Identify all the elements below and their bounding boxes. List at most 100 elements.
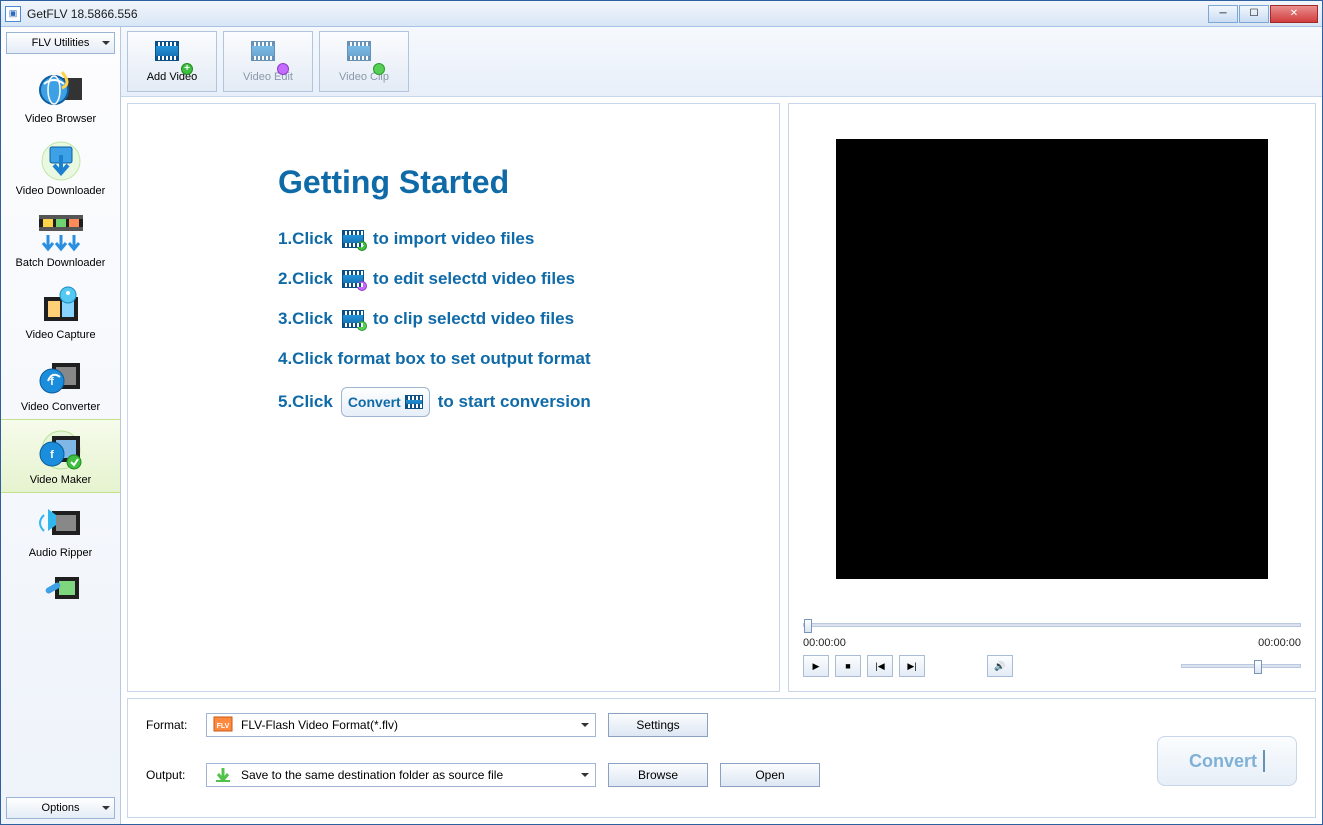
content-area: Getting Started 1.Click + to import vide… <box>121 97 1322 698</box>
format-label: Format: <box>146 718 194 732</box>
converter-icon: f <box>37 357 85 397</box>
guide-step-text: to clip selectd video files <box>373 307 574 331</box>
flv-format-icon: FLV <box>213 716 233 734</box>
save-folder-icon <box>213 766 233 784</box>
sidebar-item-batch-downloader[interactable]: Batch Downloader <box>1 203 120 275</box>
audio-ripper-icon <box>37 503 85 543</box>
convert-film-icon <box>1263 751 1265 772</box>
open-button[interactable]: Open <box>720 763 820 787</box>
tool-icon <box>37 575 85 601</box>
maximize-button[interactable]: ☐ <box>1239 5 1269 23</box>
stop-button[interactable]: ■ <box>835 655 861 677</box>
app-body: FLV Utilities Video Browser <box>1 27 1322 824</box>
mute-button[interactable]: 🔊 <box>987 655 1013 677</box>
output-label: Output: <box>146 768 194 782</box>
output-combo[interactable]: Save to the same destination folder as s… <box>206 763 596 787</box>
sidebar-item-label: Audio Ripper <box>29 547 93 559</box>
titlebar: ▣ GetFLV 18.5866.556 ─ ☐ ✕ <box>1 1 1322 27</box>
player-controls: ▶ ■ |◀ ▶| 🔊 <box>803 655 1301 677</box>
guide-title: Getting Started <box>278 164 739 201</box>
format-combo[interactable]: FLV FLV-Flash Video Format(*.flv) <box>206 713 596 737</box>
main-area: + Add Video Video Edit Video Clip <box>121 27 1322 824</box>
seek-bar[interactable] <box>803 617 1301 633</box>
clip-film-icon <box>341 308 365 330</box>
chevron-down-icon <box>102 41 110 45</box>
video-edit-icon <box>251 41 285 71</box>
time-total: 00:00:00 <box>1258 637 1301 649</box>
sidebar-item-label: Video Converter <box>21 401 100 413</box>
minimize-button[interactable]: ─ <box>1208 5 1238 23</box>
guide-step-text: 3.Click <box>278 307 333 331</box>
batch-download-icon <box>37 213 85 253</box>
guide-step-text: 5.Click <box>278 390 333 414</box>
sidebar-item-video-downloader[interactable]: Video Downloader <box>1 131 120 203</box>
video-clip-icon <box>347 41 381 71</box>
svg-text:f: f <box>50 449 54 461</box>
sidebar-item-video-maker[interactable]: f Video Maker <box>1 419 120 493</box>
svg-text:FLV: FLV <box>217 723 230 730</box>
browse-button[interactable]: Browse <box>608 763 708 787</box>
prev-button[interactable]: |◀ <box>867 655 893 677</box>
guide-panel: Getting Started 1.Click + to import vide… <box>127 103 780 692</box>
toolbar: + Add Video Video Edit Video Clip <box>121 27 1322 97</box>
options-dropdown[interactable]: Options <box>6 797 115 819</box>
video-box <box>803 118 1301 599</box>
sidebar-item-label: Video Downloader <box>16 185 106 197</box>
next-button[interactable]: ▶| <box>899 655 925 677</box>
sidebar-list: Video Browser Video Downloader <box>1 59 120 792</box>
play-button[interactable]: ▶ <box>803 655 829 677</box>
app-icon: ▣ <box>5 6 21 22</box>
convert-label: Convert <box>1189 751 1257 772</box>
guide-step-3: 3.Click to clip selectd video files <box>278 307 739 331</box>
preview-panel: 00:00:00 00:00:00 ▶ ■ |◀ ▶| 🔊 <box>788 103 1316 692</box>
convert-button[interactable]: Convert <box>1157 736 1297 786</box>
download-icon <box>37 141 85 181</box>
video-edit-button[interactable]: Video Edit <box>223 31 313 92</box>
video-clip-button[interactable]: Video Clip <box>319 31 409 92</box>
sidebar-item-label: Video Capture <box>25 329 95 341</box>
svg-text:f: f <box>50 376 54 388</box>
guide-step-4: 4.Click format box to set output format <box>278 347 739 371</box>
sidebar-item-label: Batch Downloader <box>16 257 106 269</box>
guide-step-text: 1.Click <box>278 227 333 251</box>
settings-button[interactable]: Settings <box>608 713 708 737</box>
chevron-down-icon <box>581 723 589 727</box>
import-film-icon: + <box>341 228 365 250</box>
sidebar-item-video-capture[interactable]: Video Capture <box>1 275 120 347</box>
add-video-button[interactable]: + Add Video <box>127 31 217 92</box>
sidebar-item-video-converter[interactable]: f Video Converter <box>1 347 120 419</box>
time-current: 00:00:00 <box>803 637 846 649</box>
guide-step-text: to import video files <box>373 227 535 251</box>
maker-icon: f <box>37 430 85 470</box>
globe-film-icon <box>37 69 85 109</box>
format-value: FLV-Flash Video Format(*.flv) <box>241 718 398 732</box>
volume-slider[interactable] <box>1181 664 1301 668</box>
app-window: ▣ GetFLV 18.5866.556 ─ ☐ ✕ FLV Utilities <box>0 0 1323 825</box>
window-title: GetFLV 18.5866.556 <box>27 7 138 21</box>
chevron-down-icon <box>581 773 589 777</box>
sidebar-item-audio-ripper[interactable]: Audio Ripper <box>1 493 120 565</box>
guide-step-5: 5.Click Convert to start conversion <box>278 387 739 417</box>
guide-step-1: 1.Click + to import video files <box>278 227 739 251</box>
add-video-icon: + <box>155 41 189 71</box>
flv-utilities-label: FLV Utilities <box>32 37 90 49</box>
sidebar-item-label: Video Maker <box>30 474 92 486</box>
options-label: Options <box>42 802 80 814</box>
sidebar-item-label: Video Browser <box>25 113 96 125</box>
close-button[interactable]: ✕ <box>1270 5 1318 23</box>
bottom-bar: Format: FLV FLV-Flash Video Format(*.flv… <box>127 698 1316 818</box>
video-screen <box>836 139 1268 579</box>
edit-film-icon <box>341 268 365 290</box>
guide-step-text: 2.Click <box>278 267 333 291</box>
output-value: Save to the same destination folder as s… <box>241 768 503 782</box>
seek-track[interactable] <box>803 623 1301 627</box>
convert-pill-icon: Convert <box>341 387 430 417</box>
sidebar-item-extra[interactable] <box>1 565 120 601</box>
seek-thumb[interactable] <box>804 619 812 633</box>
flv-utilities-dropdown[interactable]: FLV Utilities <box>6 32 115 54</box>
guide-step-2: 2.Click to edit selectd video files <box>278 267 739 291</box>
sidebar-item-video-browser[interactable]: Video Browser <box>1 59 120 131</box>
guide-step-text: 4.Click format box to set output format <box>278 347 591 371</box>
guide-step-text: to edit selectd video files <box>373 267 575 291</box>
volume-thumb[interactable] <box>1254 660 1262 674</box>
